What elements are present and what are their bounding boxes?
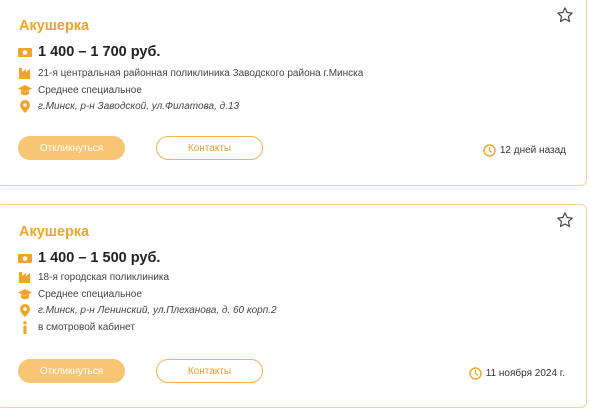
- address-row: г.Минск, р-н Заводской, ул.Филатова, д.1…: [18, 99, 239, 113]
- education-row: Среднее специальное: [18, 83, 142, 97]
- address: г.Минск, р-н Ленинский, ул.Плеханова, д.…: [38, 304, 277, 316]
- note-row: в смотровой кабинет: [18, 320, 135, 334]
- respond-button[interactable]: Откликнуться: [18, 136, 125, 160]
- graduation-cap-icon: [18, 83, 32, 97]
- graduation-cap-icon: [18, 287, 32, 301]
- respond-button[interactable]: Откликнуться: [18, 359, 125, 383]
- location-pin-icon: [18, 99, 32, 113]
- money-icon: [18, 251, 32, 265]
- vacancy-title[interactable]: Акушерка: [19, 18, 89, 34]
- posted-text: 11 ноября 2024 г.: [485, 368, 565, 379]
- contacts-button[interactable]: Контакты: [156, 359, 263, 383]
- building-icon: [18, 270, 32, 284]
- vacancy-card[interactable]: Акушерка 1 400 – 1 500 руб. 18-я городск…: [0, 204, 587, 408]
- money-icon: [18, 45, 32, 59]
- info-icon: [18, 320, 32, 334]
- salary-row: 1 400 – 1 500 руб.: [18, 250, 160, 266]
- employer: 18-я городская поликлиника: [38, 271, 170, 283]
- salary: 1 400 – 1 500 руб.: [38, 250, 161, 266]
- location-pin-icon: [18, 303, 32, 317]
- building-icon: [18, 66, 32, 80]
- vacancy-card[interactable]: Акушерка 1 400 – 1 700 руб. 21-я централ…: [0, 0, 587, 186]
- address-row: г.Минск, р-н Ленинский, ул.Плеханова, д.…: [18, 303, 277, 317]
- employer: 21-я центральная районная поликлиника За…: [38, 67, 364, 79]
- address: г.Минск, р-н Заводской, ул.Филатова, д.1…: [38, 100, 240, 112]
- clock-icon: [483, 144, 496, 157]
- salary-row: 1 400 – 1 700 руб.: [18, 44, 160, 60]
- education: Среднее специальное: [38, 84, 142, 96]
- clock-icon: [469, 367, 482, 380]
- salary: 1 400 – 1 700 руб.: [38, 44, 161, 60]
- star-icon[interactable]: [556, 6, 574, 24]
- vacancy-title[interactable]: Акушерка: [19, 224, 89, 240]
- contacts-button[interactable]: Контакты: [156, 136, 263, 160]
- education-row: Среднее специальное: [18, 287, 142, 301]
- education: Среднее специальное: [38, 288, 142, 300]
- posted-date: 11 ноября 2024 г.: [469, 367, 565, 380]
- star-icon[interactable]: [556, 211, 574, 229]
- posted-text: 12 дней назад: [499, 145, 566, 156]
- posted-date: 12 дней назад: [483, 144, 566, 157]
- note: в смотровой кабинет: [38, 321, 135, 333]
- employer-row: 21-я центральная районная поликлиника За…: [18, 66, 363, 80]
- employer-row: 18-я городская поликлиника: [18, 270, 169, 284]
